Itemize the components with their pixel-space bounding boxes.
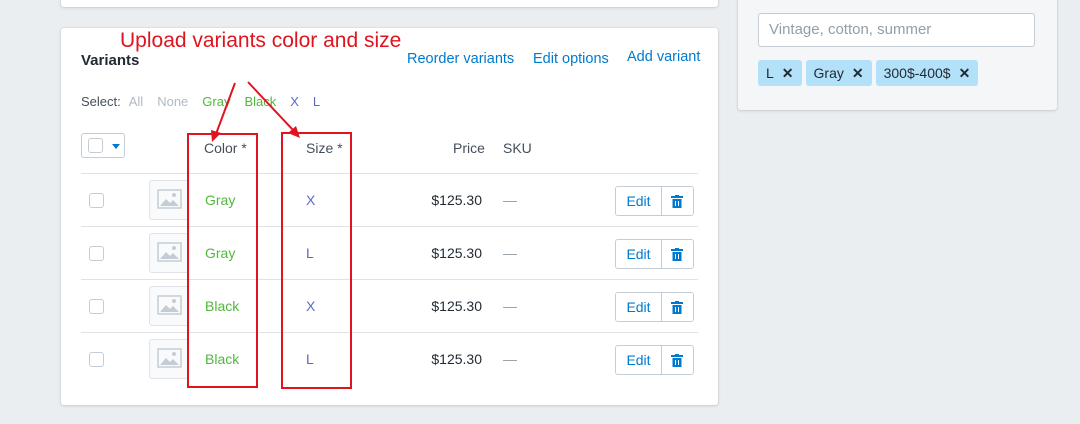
annotation-arrows (211, 81, 300, 142)
